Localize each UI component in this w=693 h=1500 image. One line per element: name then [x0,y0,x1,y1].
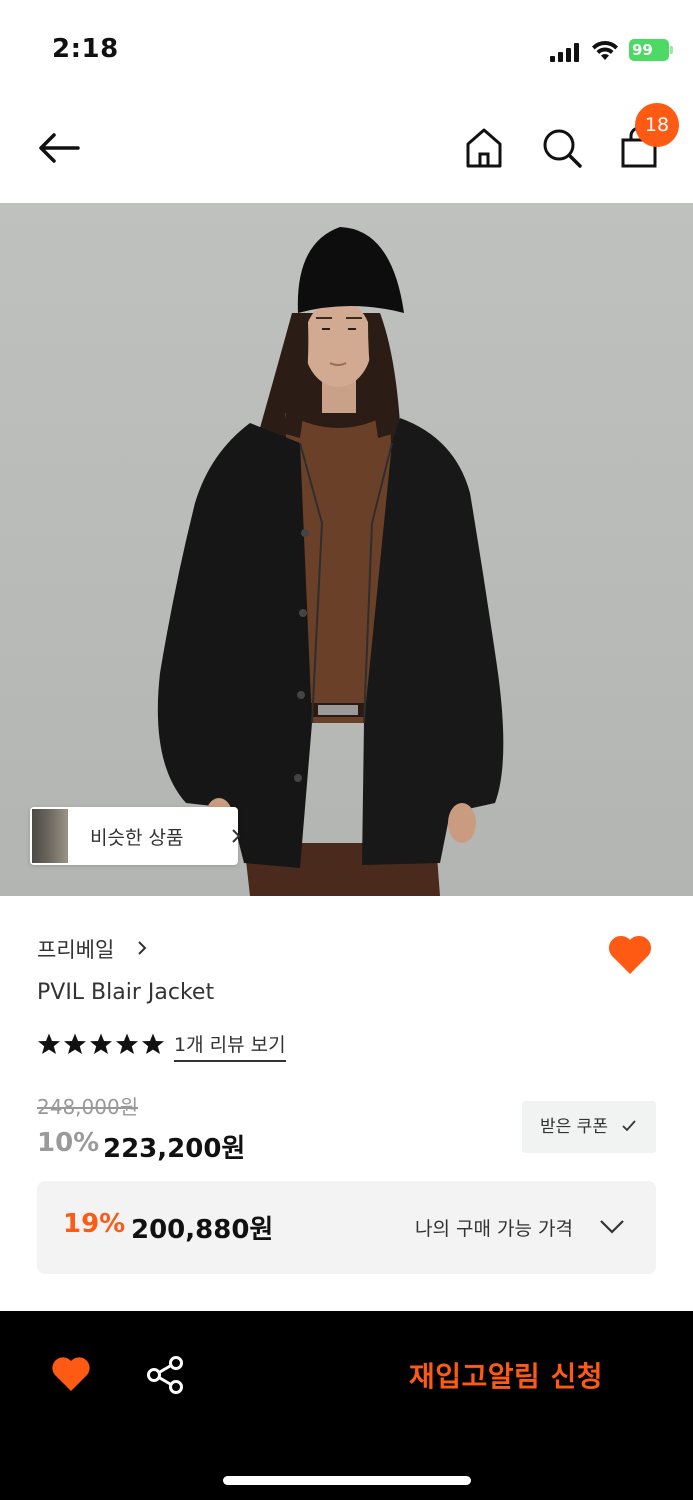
home-icon[interactable] [463,126,505,170]
similar-product-thumbnail [32,809,68,863]
cellular-signal-icon [550,42,580,62]
similar-products-button[interactable]: 비슷한 상품 [30,807,241,865]
star-icon [38,1033,60,1054]
top-navigation [0,100,693,203]
wishlist-heart-icon[interactable] [50,1355,92,1393]
wifi-icon [592,40,618,60]
home-indicator [223,1476,471,1485]
back-arrow-icon[interactable] [36,128,82,168]
my-purchase-price-label: 나의 구매 가능 가격 [415,1218,573,1240]
search-icon[interactable] [540,126,584,170]
status-time: 2:18 [52,34,119,64]
brand-link[interactable]: 프리베일 [37,934,114,964]
product-name: PVIL Blair Jacket [37,980,215,1005]
rating-stars [37,1032,165,1058]
star-icon [90,1033,112,1054]
my-discount-percent: 19% [63,1209,126,1239]
restock-alert-button[interactable]: 재입고알림 신청 [409,1355,603,1395]
original-price: 248,000원 [37,1095,139,1119]
view-reviews-link[interactable]: 1개 리뷰 보기 [174,1030,286,1062]
similar-products-label: 비슷한 상품 [90,827,184,849]
checkmark-icon [622,1120,636,1132]
chevron-down-icon[interactable] [599,1219,625,1235]
product-image[interactable]: 비슷한 상품 [0,203,693,896]
star-icon [142,1033,164,1054]
chevron-right-icon [232,829,241,843]
star-icon [64,1033,86,1054]
star-icon [116,1033,138,1054]
status-bar: 2:18 99 [0,0,693,100]
wishlist-heart-icon[interactable] [606,932,654,976]
battery-indicator: 99 [629,39,669,61]
chevron-right-icon [138,941,147,955]
my-purchase-price-panel[interactable]: 19% 200,880원 나의 구매 가능 가격 [37,1181,656,1274]
cart-count-badge: 18 [635,103,679,147]
battery-level: 99 [632,41,653,59]
my-purchase-price: 200,880원 [131,1215,274,1245]
share-icon[interactable] [146,1355,184,1395]
model-photo-illustration [157,227,504,896]
bottom-action-bar: 재입고알림 신청 [0,1311,693,1500]
battery-tip [670,46,673,54]
received-coupon-label: 받은 쿠폰 [540,1117,608,1137]
sale-price: 223,200원 [103,1134,246,1164]
discount-percent: 10% [37,1128,100,1158]
